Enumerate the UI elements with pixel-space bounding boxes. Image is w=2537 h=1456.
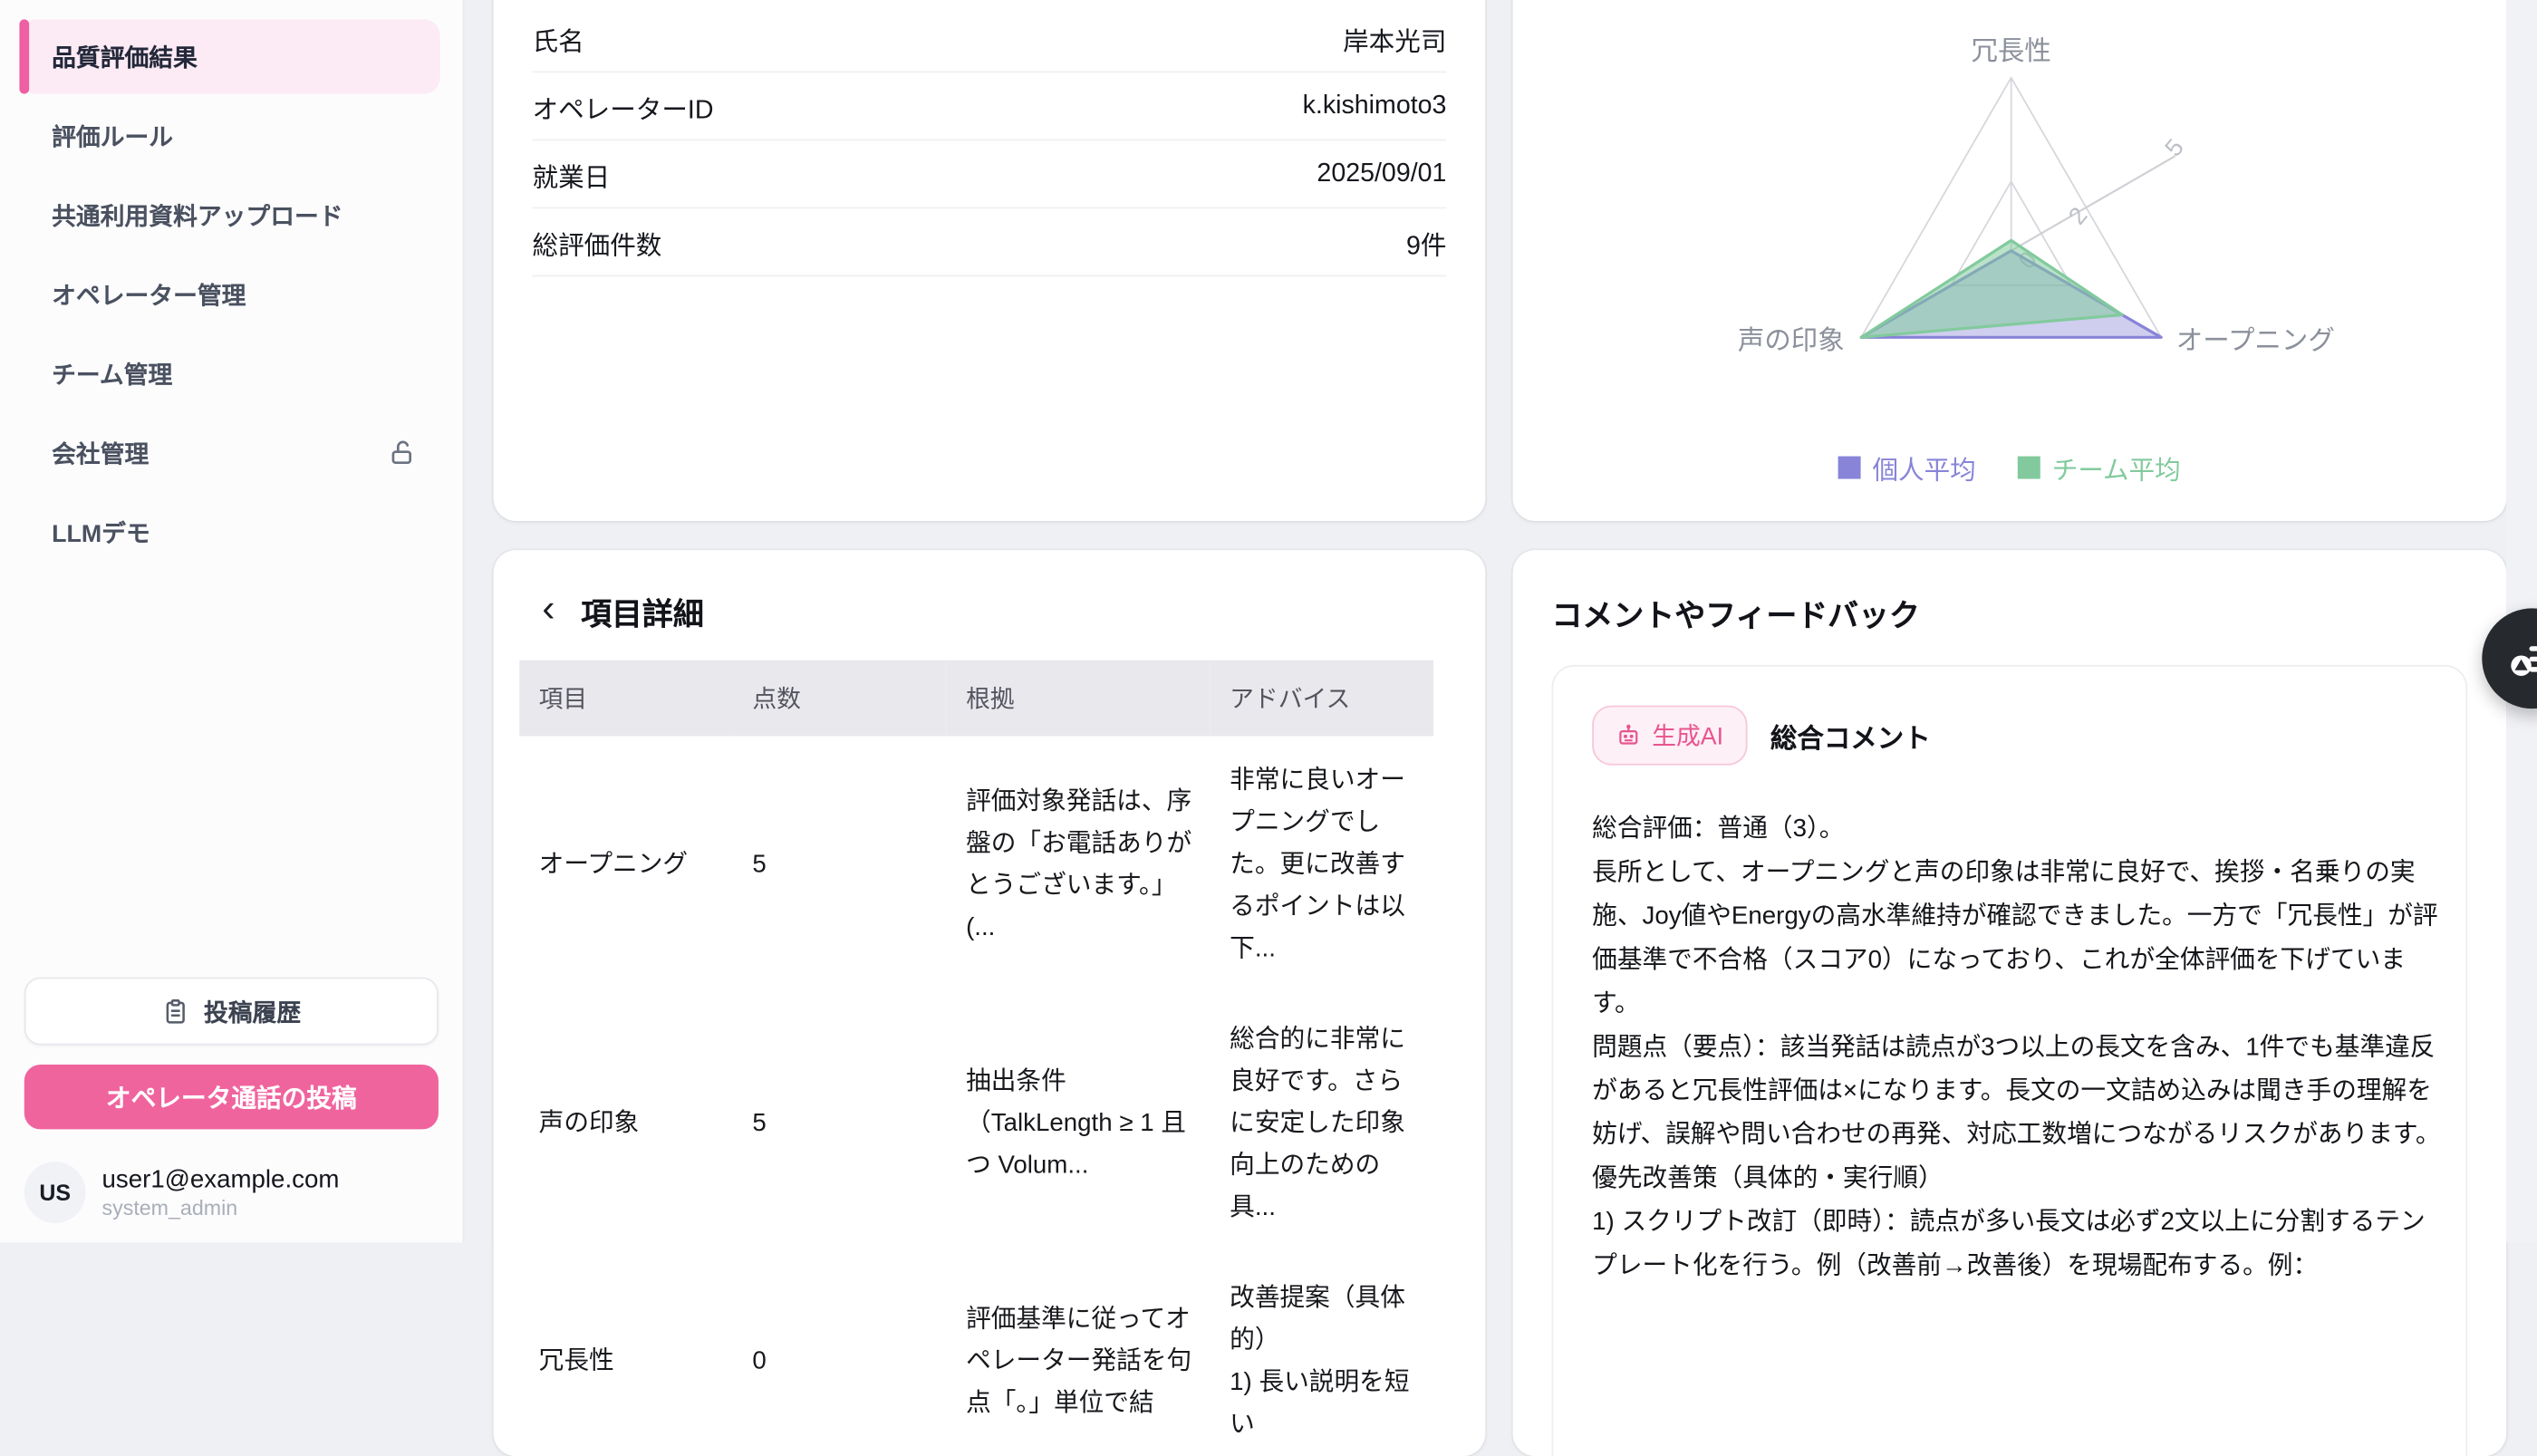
sidebar-item-eval-rules[interactable]: 評価ルール <box>19 99 439 173</box>
column-item: 項目 <box>519 661 733 737</box>
profile-label: 氏名 <box>533 19 584 58</box>
profile-row-eval-count: 総評価件数 9件 <box>533 208 1447 276</box>
robot-icon <box>1616 723 1641 747</box>
column-basis: 根拠 <box>947 661 1211 737</box>
cell-score: 0 <box>733 1254 947 1456</box>
cell-basis: 評価基準に従ってオペレーター発話を句点「。」単位で結 <box>947 1254 1211 1456</box>
profile-label: 総評価件数 <box>533 223 662 262</box>
post-operator-call-button[interactable]: オペレータ通話の投稿 <box>24 1065 439 1129</box>
profile-value: 2025/09/01 <box>1317 159 1446 188</box>
main-content: 氏名 岸本光司 オペレーターID k.kishimoto3 就業日 2025/0… <box>465 0 2537 1243</box>
cell-advice: 非常に良いオープニングでした。更に改善するポイントは以下... <box>1211 737 1433 996</box>
profile-label: 就業日 <box>533 155 611 194</box>
sidebar-nav: 品質評価結果 評価ルール 共通利用資料アップロード オペレーター管理 チーム管理… <box>0 0 463 570</box>
back-chevron-icon[interactable]: ‹ <box>542 593 555 625</box>
profile-value: 9件 <box>1406 223 1446 262</box>
generative-ai-label: 生成AI <box>1652 718 1723 753</box>
overall-comment-label: 総合コメント <box>1770 716 1931 755</box>
post-history-button[interactable]: 投稿履歴 <box>24 978 439 1046</box>
sidebar-item-operator-mgmt[interactable]: オペレーター管理 <box>19 257 439 332</box>
unlock-icon <box>389 439 418 468</box>
profile-value: k.kishimoto3 <box>1303 92 1447 121</box>
ai-comment-box: 生成AI 総合コメント 総合評価：普通（3）。 長所として、オープニングと声の印… <box>1552 665 2468 1456</box>
cell-score: 5 <box>733 995 947 1254</box>
cell-advice: 改善提案（具体的） 1) 長い説明を短い <box>1211 1254 1433 1456</box>
comments-card: コメントやフィードバック 生成AI <box>1513 550 2506 1456</box>
sidebar-item-label: 会社管理 <box>52 436 149 470</box>
profile-value: 岸本光司 <box>1343 19 1446 58</box>
profile-table: 氏名 岸本光司 オペレーターID k.kishimoto3 就業日 2025/0… <box>533 5 1447 276</box>
generative-ai-badge: 生成AI <box>1592 706 1748 766</box>
radar-chart-card: 025 冗長性 オープニング 声の印象 個人平均 チーム平均 <box>1513 0 2506 521</box>
cell-item: オープニング <box>519 737 733 996</box>
cell-item: 冗長性 <box>519 1254 733 1456</box>
radar-legend: 個人平均 チーム平均 <box>1513 448 2506 487</box>
clipboard-icon <box>162 998 189 1025</box>
operator-profile-card: 氏名 岸本光司 オペレーターID k.kishimoto3 就業日 2025/0… <box>494 0 1486 521</box>
sidebar-item-label: 評価ルール <box>52 119 173 153</box>
app-root: 品質評価結果 評価ルール 共通利用資料アップロード オペレーター管理 チーム管理… <box>0 0 2537 1243</box>
sidebar-item-label: オペレーター管理 <box>52 277 246 312</box>
user-role: system_admin <box>102 1195 340 1221</box>
sidebar-item-shared-upload[interactable]: 共通利用資料アップロード <box>19 178 439 252</box>
table-header-row: 項目 点数 根拠 アドバイス <box>519 661 1433 737</box>
legend-swatch-team <box>2018 457 2040 479</box>
playlist-icon <box>2510 636 2537 681</box>
table-row: 冗長性 0 評価基準に従ってオペレーター発話を句点「。」単位で結 改善提案（具体… <box>519 1254 1433 1456</box>
item-detail-table: 項目 点数 根拠 アドバイス オープニング 5 評価対象発話は、序盤の「お電話あ… <box>519 661 1433 1456</box>
sidebar-item-llm-demo[interactable]: LLMデモ <box>19 495 439 569</box>
legend-item-personal: 個人平均 <box>1838 448 1976 487</box>
sidebar-item-label: 品質評価結果 <box>52 40 198 74</box>
legend-item-team: チーム平均 <box>2018 448 2181 487</box>
legend-label: 個人平均 <box>1872 448 1975 487</box>
user-email: user1@example.com <box>102 1164 340 1195</box>
radar-axis-voice: 声の印象 <box>1738 319 1845 358</box>
profile-row-name: 氏名 岸本光司 <box>533 5 1447 72</box>
cell-basis: 評価対象発話は、序盤の「お電話ありがとうございます。」(... <box>947 737 1211 996</box>
table-row: オープニング 5 評価対象発話は、序盤の「お電話ありがとうございます。」(...… <box>519 737 1433 996</box>
profile-row-operator-id: オペレーターID k.kishimoto3 <box>533 72 1447 140</box>
sidebar: 品質評価結果 評価ルール 共通利用資料アップロード オペレーター管理 チーム管理… <box>0 0 465 1243</box>
comments-title: コメントやフィードバック <box>1552 593 2468 636</box>
user-account[interactable]: US user1@example.com system_admin <box>24 1162 439 1223</box>
cell-basis: 抽出条件 （TalkLength ≥ 1 且つ Volum... <box>947 995 1211 1254</box>
sidebar-item-team-mgmt[interactable]: チーム管理 <box>19 336 439 410</box>
radar-axis-redundancy: 冗長性 <box>1971 29 2050 68</box>
detail-title: 項目詳細 <box>581 591 704 634</box>
column-score: 点数 <box>733 661 947 737</box>
sidebar-item-label: LLMデモ <box>52 516 150 550</box>
sidebar-item-label: 共通利用資料アップロード <box>52 198 342 233</box>
post-history-label: 投稿履歴 <box>204 994 301 1028</box>
sidebar-item-label: チーム管理 <box>52 357 172 391</box>
legend-swatch-personal <box>1838 457 1861 479</box>
profile-row-employment-date: 就業日 2025/09/01 <box>533 140 1447 208</box>
cell-item: 声の印象 <box>519 995 733 1254</box>
legend-label: チーム平均 <box>2052 448 2181 487</box>
profile-label: オペレーターID <box>533 87 714 126</box>
avatar: US <box>24 1162 86 1223</box>
ai-comment-text: 総合評価：普通（3）。 長所として、オープニングと声の印象は非常に良好で、挨拶・… <box>1592 807 2445 1287</box>
sidebar-item-company-mgmt[interactable]: 会社管理 <box>19 416 439 490</box>
cell-score: 5 <box>733 737 947 996</box>
column-advice: アドバイス <box>1211 661 1433 737</box>
item-detail-card: ‹ 項目詳細 項目 点数 根拠 アドバイス オープニング 5 <box>494 550 1486 1456</box>
sidebar-item-quality-results[interactable]: 品質評価結果 <box>19 19 439 93</box>
detail-header: ‹ 項目詳細 <box>542 591 1446 634</box>
cell-advice: 総合的に非常に良好です。さらに安定した印象向上のための具... <box>1211 995 1433 1254</box>
radar-chart: 025 <box>1513 0 2506 521</box>
ai-badge-row: 生成AI 総合コメント <box>1592 706 2436 766</box>
user-info: user1@example.com system_admin <box>102 1164 340 1221</box>
table-row: 声の印象 5 抽出条件 （TalkLength ≥ 1 且つ Volum... … <box>519 995 1433 1254</box>
radar-axis-opening: オープニング <box>2176 319 2335 358</box>
sidebar-footer: 投稿履歴 オペレータ通話の投稿 US user1@example.com sys… <box>24 978 439 1223</box>
